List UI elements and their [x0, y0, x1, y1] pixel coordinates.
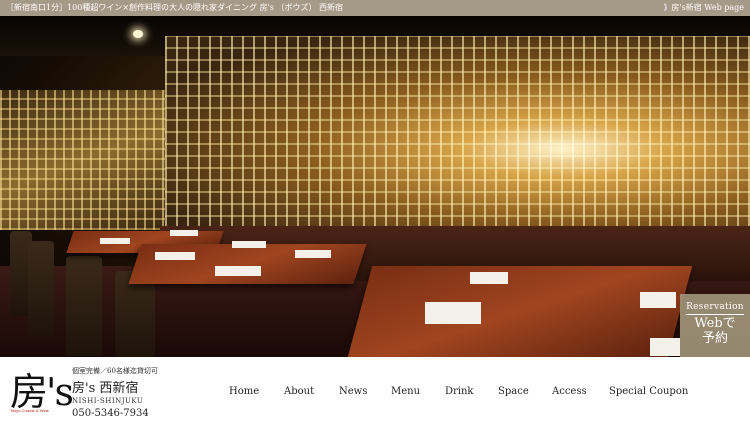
nav-menu[interactable]: Menu	[391, 386, 420, 397]
dining-table	[347, 266, 693, 357]
napkin	[170, 230, 198, 236]
nav-drink[interactable]: Drink	[445, 386, 474, 397]
reservation-yoyaku-label: 予約	[701, 331, 728, 346]
nav-space[interactable]: Space	[498, 386, 529, 397]
ceiling-light	[133, 30, 143, 38]
chair	[28, 241, 54, 336]
napkin	[155, 252, 195, 260]
shop-romaji: NISHI-SHINJUKU	[72, 397, 144, 405]
top-bar: ［新宿南口1分］100種超ワイン×創作料理の大人の隠れ家ダイニング 房's （ボ…	[0, 0, 750, 16]
napkin	[100, 238, 130, 244]
napkin	[650, 338, 680, 356]
site-tagline: ［新宿南口1分］100種超ワイン×創作料理の大人の隠れ家ダイニング 房's （ボ…	[6, 3, 343, 12]
reservation-divider	[686, 314, 744, 315]
napkin	[295, 250, 331, 258]
shop-info: 個室完備／60名様迄貸切可 房's 西新宿 NISHI-SHINJUKU 050…	[72, 366, 158, 419]
nav-about[interactable]: About	[284, 386, 314, 397]
shop-phone[interactable]: 050-5346-7934	[72, 408, 158, 419]
nav-home[interactable]: Home	[229, 386, 259, 397]
wine-wall-left	[0, 90, 165, 230]
napkin	[640, 292, 676, 308]
napkin	[215, 266, 261, 276]
wine-wall-main	[165, 36, 750, 241]
shop-note: 個室完備／60名様迄貸切可	[72, 367, 158, 375]
napkin	[425, 302, 481, 324]
shop-logo[interactable]: 房's Tokyo Cuisine & Wine	[10, 365, 74, 417]
reservation-label: Reservation	[686, 302, 744, 312]
hero-image	[0, 16, 750, 357]
shop-name: 房's 西新宿	[72, 381, 139, 396]
nav-access[interactable]: Access	[552, 386, 587, 397]
napkin	[470, 272, 508, 284]
reservation-web-label: Webで	[694, 316, 736, 331]
chair	[66, 256, 102, 356]
logo-subtitle: Tokyo Cuisine & Wine	[10, 408, 49, 413]
nav-news[interactable]: News	[339, 386, 367, 397]
napkin	[232, 241, 266, 248]
footer-bar: 房's Tokyo Cuisine & Wine 個室完備／60名様迄貸切可 房…	[0, 357, 750, 422]
web-page-link[interactable]: 》房's新宿 Web page	[663, 0, 744, 16]
nav-special-coupon[interactable]: Special Coupon	[609, 386, 688, 397]
web-reservation-button[interactable]: Reservation Webで 予約	[680, 294, 750, 357]
